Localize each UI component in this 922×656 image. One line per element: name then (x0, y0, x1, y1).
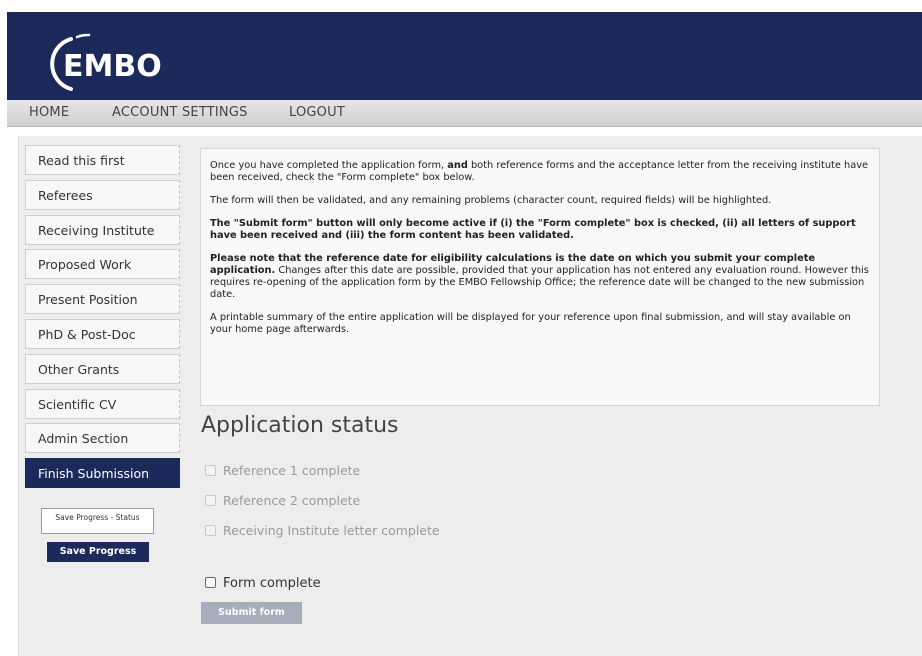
instruction-paragraph-3: The "Submit form" button will only becom… (210, 218, 856, 241)
application-status-title: Application status (201, 413, 399, 438)
nav-logout[interactable]: LOGOUT (289, 105, 345, 120)
status-item-label: Reference 1 complete (223, 463, 361, 478)
sidebar-item-referees[interactable]: Referees (25, 179, 180, 210)
instruction-text: Changes after this date are possible, pr… (210, 265, 869, 300)
sidebar-item-phd-post-doc[interactable]: PhD & Post-Doc (25, 318, 180, 349)
institute-letter-checkbox (205, 525, 216, 536)
sidebar-item-proposed-work[interactable]: Proposed Work (25, 249, 180, 280)
instruction-text: Once you have completed the application … (210, 160, 448, 171)
status-item-label: Receiving Institute letter complete (223, 523, 440, 538)
main-navigation: HOME ACCOUNT SETTINGS LOGOUT (7, 100, 922, 127)
sidebar-item-present-position[interactable]: Present Position (25, 284, 180, 315)
status-item-institute-letter: Receiving Institute letter complete (205, 523, 440, 538)
sidebar-item-receiving-institute[interactable]: Receiving Institute (25, 214, 180, 245)
status-item-reference-2: Reference 2 complete (205, 493, 360, 508)
sidebar-item-admin-section[interactable]: Admin Section (25, 423, 180, 454)
form-complete-row[interactable]: Form complete (205, 576, 321, 591)
form-complete-label[interactable]: Form complete (223, 576, 321, 591)
site-header: EMBO (7, 12, 922, 100)
sidebar-item-other-grants[interactable]: Other Grants (25, 353, 180, 384)
submit-form-button: Submit form (201, 602, 302, 624)
instruction-paragraph-5: A printable summary of the entire applic… (210, 312, 851, 335)
status-item-label: Reference 2 complete (223, 493, 361, 508)
reference-2-checkbox (205, 495, 216, 506)
instruction-paragraph-2: The form will then be validated, and any… (210, 195, 772, 206)
instruction-paragraph-4: Please note that the reference date for … (210, 253, 870, 301)
form-complete-checkbox[interactable] (205, 577, 216, 588)
instruction-paragraph-1: Once you have completed the application … (210, 160, 870, 184)
sidebar-item-read-this-first[interactable]: Read this first (25, 145, 180, 175)
instructions-box: Once you have completed the application … (200, 148, 880, 406)
sidebar-item-scientific-cv[interactable]: Scientific CV (25, 388, 180, 419)
embo-logo[interactable]: EMBO (37, 33, 163, 95)
sidebar-item-finish-submission[interactable]: Finish Submission (25, 458, 180, 489)
save-progress-button[interactable]: Save Progress (47, 542, 149, 562)
logo-text: EMBO (63, 49, 162, 84)
nav-account-settings[interactable]: ACCOUNT SETTINGS (112, 105, 248, 120)
instruction-bold-text: and (447, 160, 468, 171)
nav-home[interactable]: HOME (29, 105, 69, 120)
save-progress-status: Save Progress - Status (41, 508, 154, 534)
reference-1-checkbox (205, 465, 216, 476)
status-item-reference-1: Reference 1 complete (205, 463, 360, 478)
sidebar: Read this first Referees Receiving Insti… (25, 145, 180, 493)
